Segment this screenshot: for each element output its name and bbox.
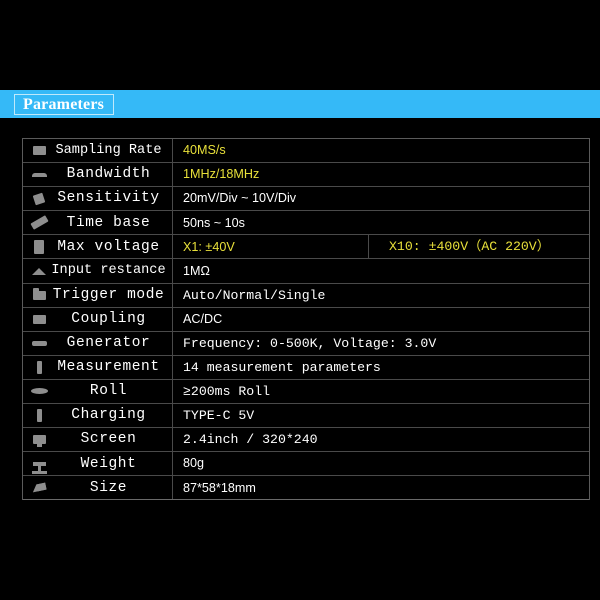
thin-block-icon — [27, 360, 51, 374]
thin-block-icon-glyph — [36, 360, 42, 374]
spec-value: 80g — [183, 456, 205, 471]
table-row: Time base 50ns ~ 10s — [23, 211, 589, 236]
spec-value: AC/DC — [183, 311, 223, 326]
spec-label-cell: Time base — [23, 211, 173, 235]
spec-value-secondary: X10: ±400V（AC 220V） — [389, 239, 550, 255]
thin-block-icon — [27, 409, 51, 423]
ellipse-icon — [27, 388, 51, 395]
spec-label: Trigger mode — [52, 286, 165, 303]
monitor-icon — [27, 435, 51, 448]
screen-rect-icon — [27, 146, 51, 156]
table-row: Sensitivity 20mV/Div ~ 10V/Div — [23, 187, 589, 212]
specifications-table: Sampling Rate 40MS/s Bandwidth 1MHz/18MHz Se… — [22, 138, 590, 501]
spec-label-cell: Coupling — [23, 307, 173, 331]
spec-value: 1MHz/18MHz — [183, 167, 260, 182]
spec-value: 20mV/Div ~ 10V/Div — [183, 191, 297, 206]
spec-label-cell: Generator — [23, 331, 173, 355]
dome-icon-glyph — [32, 267, 46, 275]
page-title: Parameters — [23, 95, 105, 113]
scale-icon-glyph — [31, 461, 47, 474]
spec-label: Measurement — [57, 359, 160, 376]
spec-value: 2.4inch / 320*240 — [183, 432, 318, 448]
tilt-square-icon-glyph — [32, 192, 46, 206]
header-band: Parameters — [0, 90, 600, 118]
slash-icon — [27, 215, 51, 231]
table-row: Input restance 1MΩ — [23, 259, 589, 284]
table-row: Measurement 14 measurement parameters — [23, 355, 589, 380]
dome-icon — [27, 267, 51, 275]
header-title-box: Parameters — [14, 94, 115, 115]
spec-label: Size — [89, 479, 128, 496]
spec-label-cell: Roll — [23, 379, 173, 404]
product-spec-page: Parameters Sampling Rate 40MS/s Bandwidth 1… — [0, 0, 600, 600]
spec-value: 87*58*18mm — [183, 480, 256, 495]
spec-value: 14 measurement parameters — [183, 359, 381, 375]
spec-label: Weight — [80, 455, 137, 472]
spec-label: Screen — [80, 431, 137, 448]
spec-label-cell: Input restance — [23, 259, 173, 283]
spec-label: Max voltage — [57, 238, 160, 255]
folder-icon — [27, 287, 51, 300]
spec-label: Sampling Rate — [55, 142, 162, 158]
spec-label: Input restance — [51, 263, 166, 279]
spec-label-cell: Screen — [23, 428, 173, 452]
table-row: Sampling Rate 40MS/s — [23, 139, 589, 164]
table-row: Roll ≥200ms Roll — [23, 379, 589, 405]
table-row: Generator Frequency: 0-500K, Voltage: 3.0… — [23, 331, 589, 356]
spec-label-cell: Trigger mode — [23, 283, 173, 307]
dash-icon-glyph — [31, 340, 47, 346]
ruler-icon-glyph — [31, 482, 47, 493]
spec-label-cell: Size — [23, 476, 173, 500]
dash-icon — [27, 340, 51, 346]
table-row: Size 87*58*18mm — [23, 476, 589, 501]
spec-value: 40MS/s — [183, 143, 226, 158]
spec-label: Roll — [89, 383, 128, 400]
spec-label-cell: Charging — [23, 404, 173, 428]
screen-rect-icon-glyph — [32, 146, 46, 156]
screen-rect-icon — [27, 314, 51, 324]
table-row: Weight 80g — [23, 452, 589, 477]
spec-label-cell: Weight — [23, 452, 173, 476]
spec-value: X1: ±40V — [173, 235, 369, 259]
spec-label-cell: Sensitivity — [23, 187, 173, 211]
table-row: Coupling AC/DC — [23, 307, 589, 332]
spec-label-cell: Measurement — [23, 355, 173, 379]
spec-label-cell: Bandwidth — [23, 163, 173, 187]
spec-value: 1MΩ — [183, 263, 210, 278]
ruler-icon — [27, 482, 51, 493]
spec-label: Time base — [66, 214, 151, 231]
screen-rect-icon-glyph — [32, 314, 46, 324]
vert-block-icon — [27, 239, 51, 254]
thin-block-icon-glyph — [36, 409, 42, 423]
vert-block-icon-glyph — [34, 239, 44, 254]
spec-label: Generator — [66, 335, 151, 352]
table-row: Max voltage X1: ±40V X10: ±400V（AC 220V） — [23, 235, 589, 260]
spec-label: Bandwidth — [66, 166, 151, 183]
slash-icon-glyph — [29, 215, 49, 231]
spec-label: Coupling — [71, 310, 146, 327]
bar-icon-glyph — [31, 172, 47, 177]
spec-value: TYPE-C 5V — [183, 407, 255, 423]
spec-value: Frequency: 0-500K, Voltage: 3.0V — [183, 335, 437, 351]
spec-value: 50ns ~ 10s — [183, 215, 245, 230]
table-row: Screen 2.4inch / 320*240 — [23, 428, 589, 453]
spec-value: ≥200ms Roll — [183, 383, 271, 399]
spec-value: Auto/Normal/Single — [183, 287, 326, 303]
table-row: Charging TYPE-C 5V — [23, 404, 589, 429]
ellipse-icon-glyph — [30, 388, 48, 395]
spec-label-cell: Max voltage — [23, 235, 173, 259]
monitor-icon-glyph — [32, 435, 46, 448]
scale-icon — [27, 461, 51, 474]
spec-label-cell: Sampling Rate — [23, 139, 173, 163]
table-row: Trigger mode Auto/Normal/Single — [23, 283, 589, 308]
folder-icon-glyph — [32, 287, 46, 300]
bar-icon — [27, 172, 51, 177]
table-row: Bandwidth 1MHz/18MHz — [23, 163, 589, 188]
spec-label: Charging — [71, 407, 146, 424]
tilt-square-icon — [27, 192, 51, 206]
spec-label: Sensitivity — [57, 190, 160, 207]
